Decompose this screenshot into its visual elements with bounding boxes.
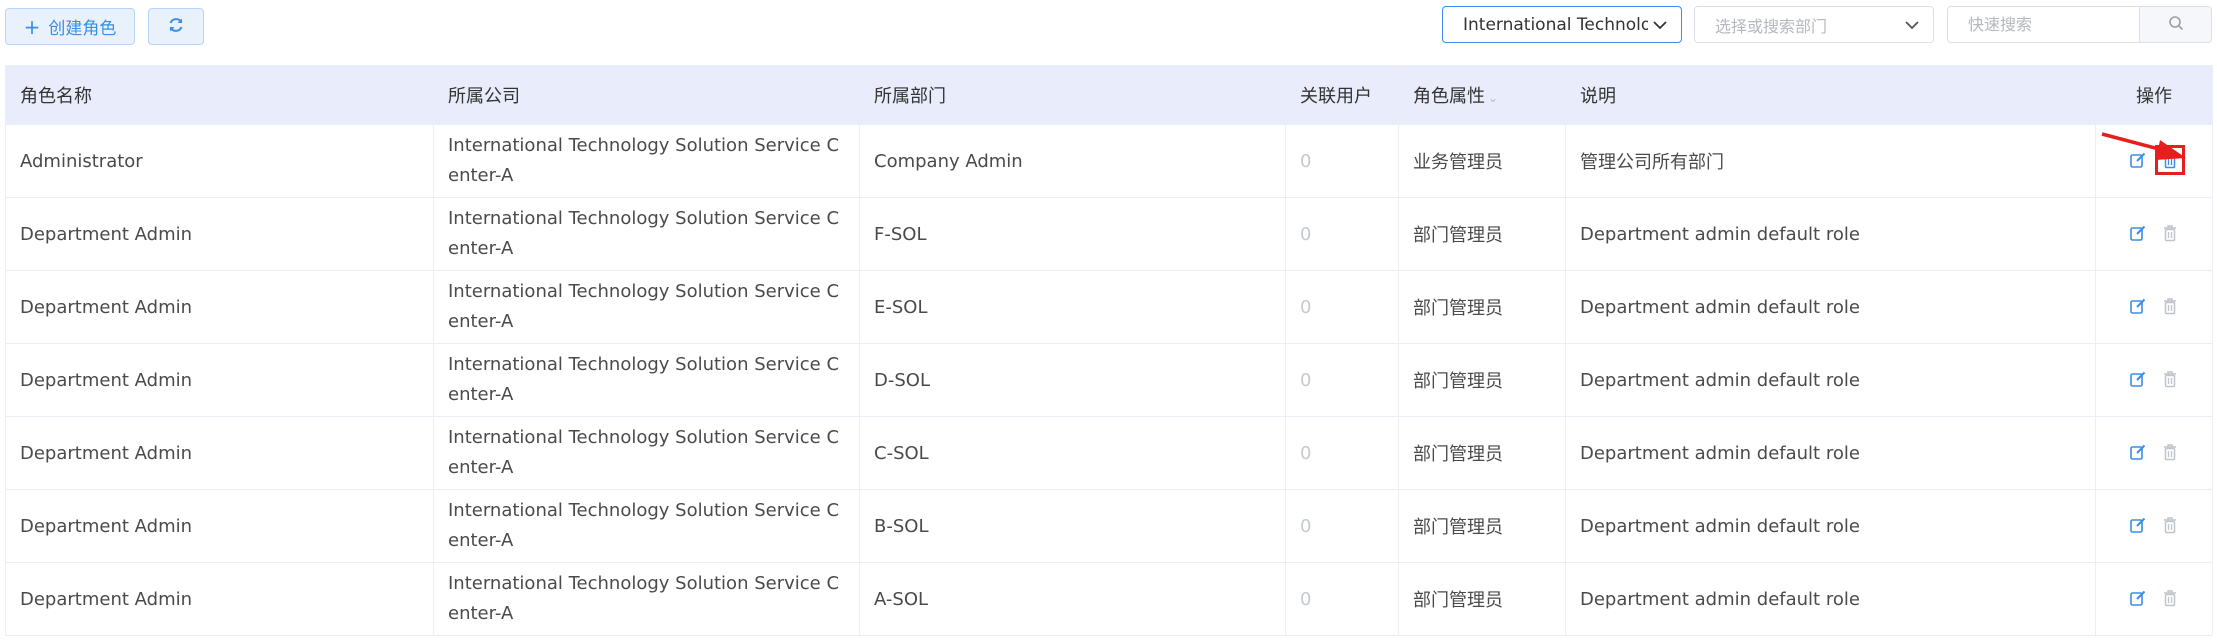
- toolbar: + 创建角色 International Technology Solution…: [0, 0, 2217, 56]
- cell-users: 0: [1285, 562, 1399, 636]
- cell-attribute: 部门管理员: [1398, 416, 1566, 490]
- cell-department: B-SOL: [859, 489, 1286, 563]
- cell-department: A-SOL: [859, 562, 1286, 636]
- header-attribute-label: 角色属性: [1413, 86, 1485, 107]
- cell-users: 0: [1285, 270, 1399, 344]
- cell-department: Company Admin: [859, 124, 1286, 198]
- cell-role-name: Department Admin: [5, 562, 434, 636]
- delete-icon[interactable]: [2159, 222, 2181, 244]
- cell-description: Department admin default role: [1565, 489, 2096, 563]
- delete-icon[interactable]: [2159, 368, 2181, 390]
- company-select-value: International Technology Solution Servic…: [1463, 14, 1648, 35]
- cell-description: Department admin default role: [1565, 343, 2096, 417]
- header-attribute[interactable]: 角色属性 ⌄: [1398, 65, 1566, 125]
- cell-actions: [2095, 197, 2213, 271]
- search-button[interactable]: [2139, 7, 2211, 42]
- edit-icon[interactable]: [2127, 295, 2149, 317]
- table-body: Administrator International Technology S…: [5, 124, 2213, 636]
- delete-icon[interactable]: [2159, 441, 2181, 463]
- cell-users: 0: [1285, 197, 1399, 271]
- cell-department: E-SOL: [859, 270, 1286, 344]
- header-actions: 操作: [2095, 65, 2213, 125]
- quick-search: [1947, 6, 2212, 43]
- cell-attribute: 部门管理员: [1398, 343, 1566, 417]
- department-select-placeholder: 选择或搜索部门: [1715, 16, 1828, 36]
- edit-icon[interactable]: [2127, 441, 2149, 463]
- plus-icon: +: [23, 14, 41, 39]
- cell-users: 0: [1285, 489, 1399, 563]
- cell-description: 管理公司所有部门: [1565, 124, 2096, 198]
- create-role-button[interactable]: + 创建角色: [5, 8, 135, 45]
- cell-role-name: Department Admin: [5, 270, 434, 344]
- delete-icon[interactable]: [2155, 144, 2185, 175]
- cell-actions: [2095, 489, 2213, 563]
- cell-company: International Technology Solution Servic…: [433, 562, 860, 636]
- cell-department: D-SOL: [859, 343, 1286, 417]
- header-company: 所属公司: [433, 65, 860, 125]
- cell-attribute: 部门管理员: [1398, 562, 1566, 636]
- create-role-label: 创建角色: [48, 19, 117, 39]
- cell-attribute: 部门管理员: [1398, 197, 1566, 271]
- cell-attribute: 部门管理员: [1398, 489, 1566, 563]
- cell-role-name: Department Admin: [5, 416, 434, 490]
- cell-actions: [2095, 343, 2213, 417]
- delete-icon[interactable]: [2159, 587, 2181, 609]
- cell-role-name: Department Admin: [5, 343, 434, 417]
- cell-department: F-SOL: [859, 197, 1286, 271]
- header-users: 关联用户: [1285, 65, 1399, 125]
- chevron-down-icon: [1651, 16, 1669, 39]
- chevron-down-icon: [1903, 16, 1921, 38]
- quick-search-input[interactable]: [1948, 7, 2140, 42]
- cell-attribute: 部门管理员: [1398, 270, 1566, 344]
- cell-description: Department admin default role: [1565, 270, 2096, 344]
- table-row: Department Admin International Technolog…: [5, 416, 2213, 490]
- cell-actions: [2095, 416, 2213, 490]
- table-row: Department Admin International Technolog…: [5, 270, 2213, 344]
- table-row: Department Admin International Technolog…: [5, 489, 2213, 563]
- table-header: 角色名称 所属公司 所属部门 关联用户 角色属性 ⌄ 说明 操作: [5, 65, 2213, 125]
- refresh-icon: [167, 16, 185, 38]
- table-row: Department Admin International Technolog…: [5, 197, 2213, 271]
- header-role-name: 角色名称: [5, 65, 434, 125]
- department-select[interactable]: 选择或搜索部门: [1694, 6, 1934, 43]
- edit-icon[interactable]: [2127, 149, 2149, 171]
- cell-company: International Technology Solution Servic…: [433, 489, 860, 563]
- cell-attribute: 业务管理员: [1398, 124, 1566, 198]
- cell-actions: [2095, 562, 2213, 636]
- delete-icon[interactable]: [2159, 514, 2181, 536]
- cell-department: C-SOL: [859, 416, 1286, 490]
- roles-table: 角色名称 所属公司 所属部门 关联用户 角色属性 ⌄ 说明 操作 Administ…: [5, 65, 2213, 636]
- cell-actions: [2095, 124, 2213, 198]
- cell-description: Department admin default role: [1565, 562, 2096, 636]
- delete-icon[interactable]: [2159, 295, 2181, 317]
- header-description: 说明: [1565, 65, 2096, 125]
- cell-company: International Technology Solution Servic…: [433, 416, 860, 490]
- cell-company: International Technology Solution Servic…: [433, 197, 860, 271]
- table-row: Administrator International Technology S…: [5, 124, 2213, 198]
- cell-company: International Technology Solution Servic…: [433, 124, 860, 198]
- cell-company: International Technology Solution Servic…: [433, 343, 860, 417]
- edit-icon[interactable]: [2127, 587, 2149, 609]
- cell-company: International Technology Solution Servic…: [433, 270, 860, 344]
- search-icon: [2168, 15, 2184, 35]
- cell-actions: [2095, 270, 2213, 344]
- cell-role-name: Department Admin: [5, 489, 434, 563]
- table-row: Department Admin International Technolog…: [5, 343, 2213, 417]
- header-department: 所属部门: [859, 65, 1286, 125]
- edit-icon[interactable]: [2127, 222, 2149, 244]
- refresh-button[interactable]: [148, 8, 204, 45]
- cell-users: 0: [1285, 124, 1399, 198]
- cell-users: 0: [1285, 416, 1399, 490]
- sort-caret-icon[interactable]: ⌄: [1488, 91, 1498, 105]
- table-row: Department Admin International Technolog…: [5, 562, 2213, 636]
- cell-role-name: Administrator: [5, 124, 434, 198]
- cell-users: 0: [1285, 343, 1399, 417]
- edit-icon[interactable]: [2127, 368, 2149, 390]
- edit-icon[interactable]: [2127, 514, 2149, 536]
- cell-description: Department admin default role: [1565, 416, 2096, 490]
- cell-role-name: Department Admin: [5, 197, 434, 271]
- company-select[interactable]: International Technology Solution Servic…: [1442, 6, 1682, 43]
- cell-description: Department admin default role: [1565, 197, 2096, 271]
